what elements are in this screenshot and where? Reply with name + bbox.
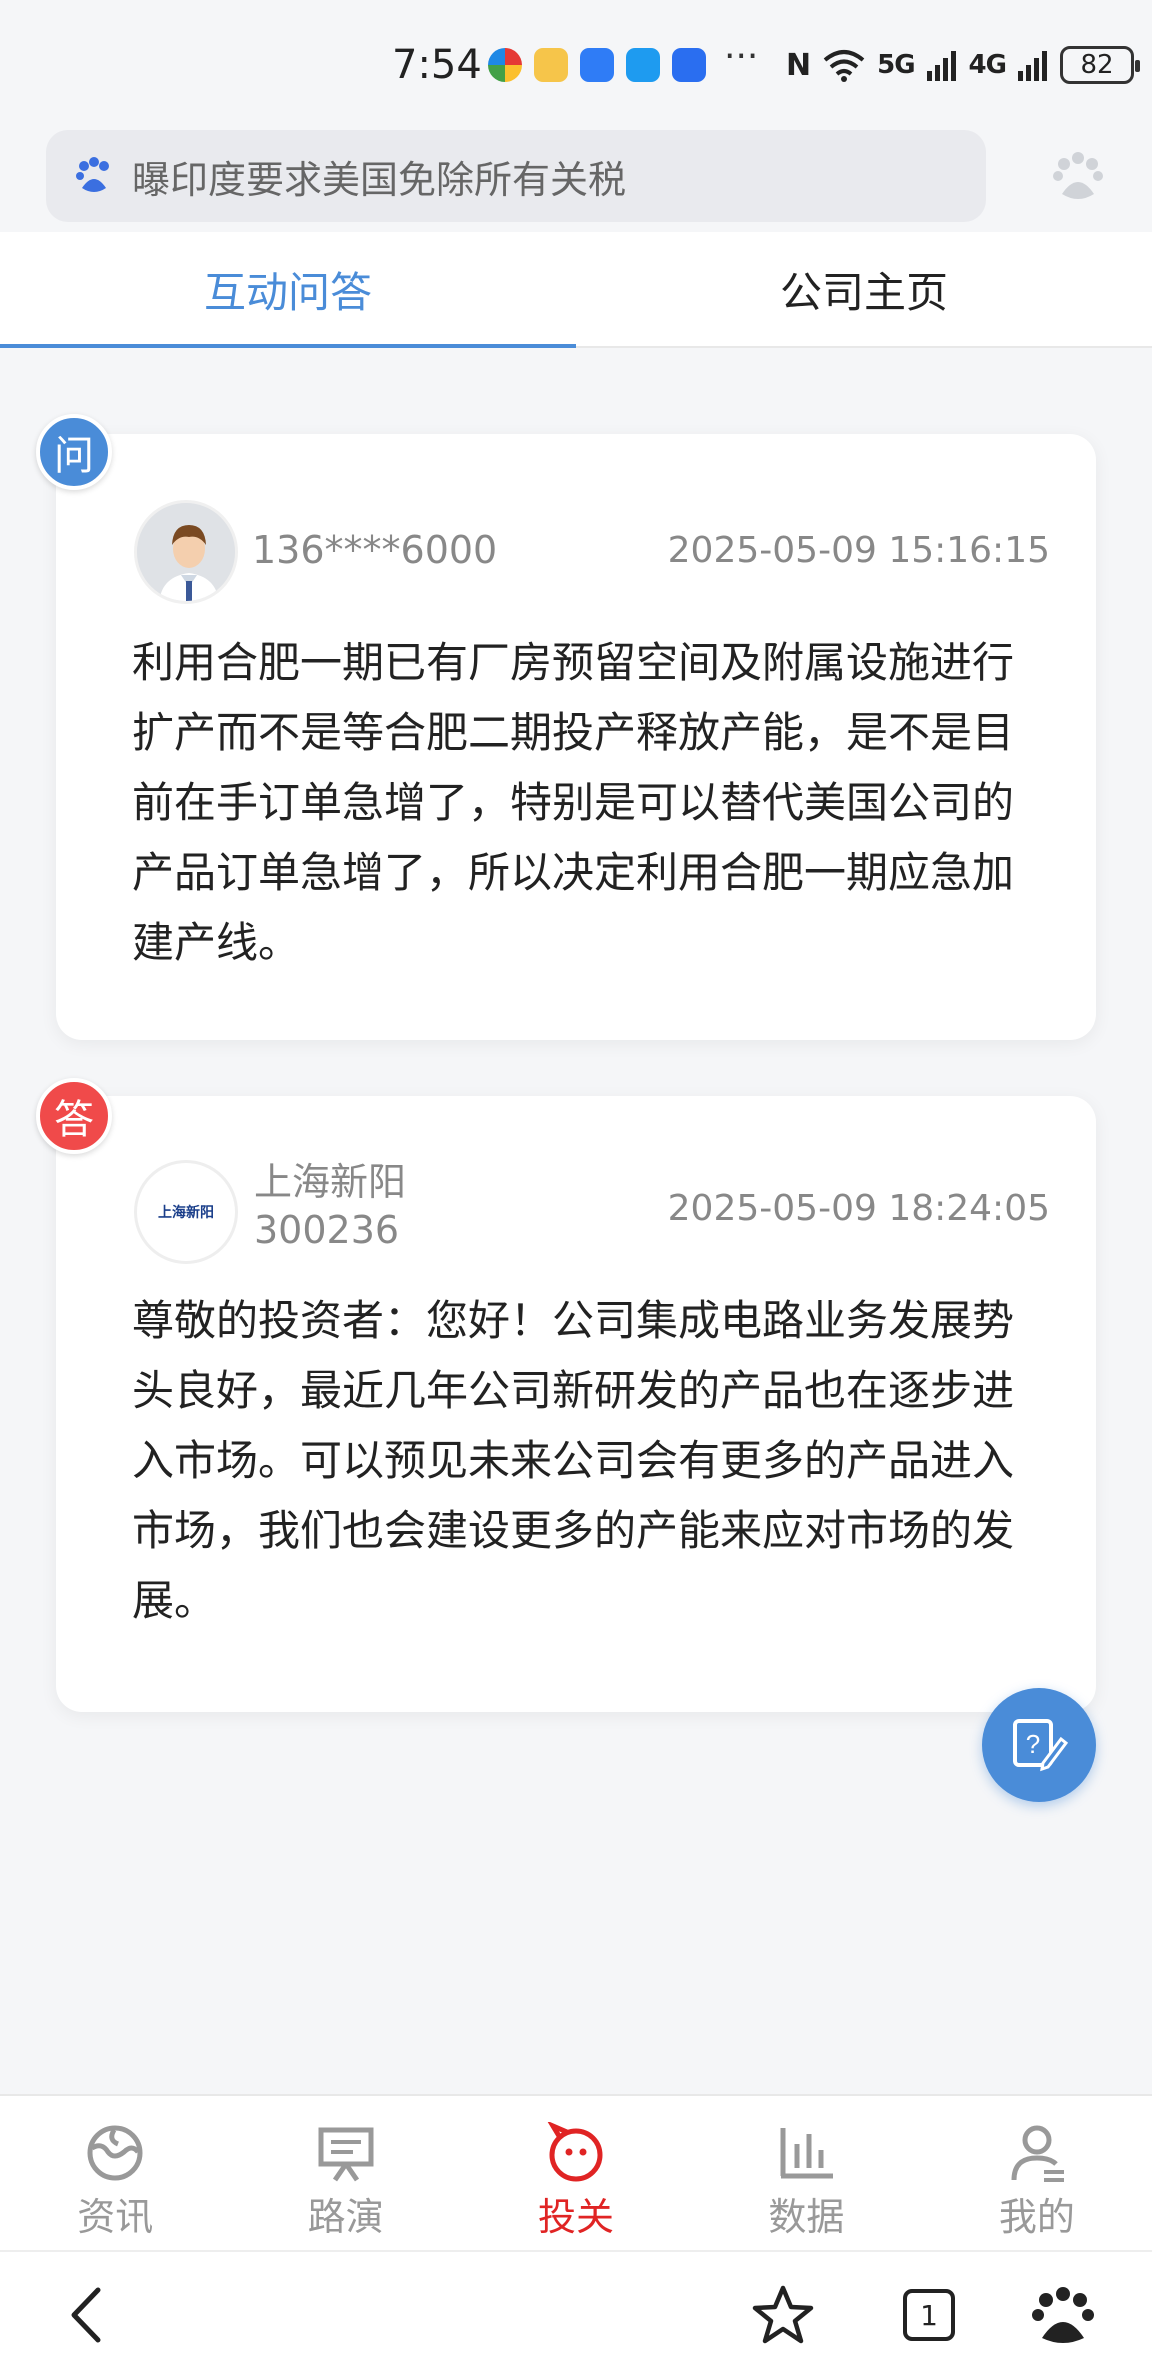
question-badge: 问 bbox=[36, 414, 112, 490]
answer-card: 上海新阳 上海新阳 300236 2025-05-09 18:24:05 尊敬的… bbox=[56, 1096, 1096, 1712]
asker-name: 136****6000 bbox=[252, 528, 498, 572]
browser-toolbar: 1 bbox=[0, 2250, 1152, 2376]
tab-qa[interactable]: 互动问答 bbox=[0, 232, 576, 348]
question-date: 2025-05-09 15:16:15 bbox=[667, 530, 1050, 571]
nav-roadshow[interactable]: 路演 bbox=[230, 2096, 460, 2250]
globe-icon bbox=[87, 2125, 143, 2181]
status-more-icon: ··· bbox=[724, 36, 759, 77]
status-time: 7:54 bbox=[392, 42, 482, 88]
edit-question-icon: ? bbox=[1013, 1719, 1069, 1772]
user-icon bbox=[1011, 2125, 1064, 2182]
status-app-icons bbox=[488, 48, 706, 82]
status-bar: 7:54 ··· N 5G 4G 82 bbox=[0, 0, 1152, 130]
baidu-paw-icon[interactable] bbox=[1052, 148, 1104, 204]
tabs-button[interactable]: 1 bbox=[896, 2282, 962, 2348]
answer-date: 2025-05-09 18:24:05 bbox=[667, 1188, 1050, 1229]
presentation-icon bbox=[318, 2127, 374, 2182]
nav-data[interactable]: 数据 bbox=[691, 2096, 921, 2250]
tab-company-home[interactable]: 公司主页 bbox=[576, 232, 1152, 346]
answer-badge: 答 bbox=[36, 1078, 112, 1154]
back-arrow-icon[interactable] bbox=[56, 2282, 122, 2348]
tab-count: 1 bbox=[920, 2298, 938, 2332]
baidu-paw-icon bbox=[76, 157, 109, 192]
smile-chat-icon bbox=[547, 2122, 603, 2182]
company-logo: 上海新阳 bbox=[134, 1160, 238, 1264]
signal-bars-icon bbox=[926, 51, 956, 81]
nav-mine[interactable]: 我的 bbox=[922, 2096, 1152, 2250]
ask-question-button[interactable]: ? bbox=[982, 1688, 1096, 1802]
nav-news[interactable]: 资讯 bbox=[0, 2096, 230, 2250]
signal-bars-icon bbox=[1017, 51, 1047, 81]
status-indicators: N 5G 4G 82 bbox=[786, 46, 1140, 84]
signal-4g-label: 4G bbox=[968, 50, 1007, 80]
nav-label: 资讯 bbox=[77, 2195, 154, 2239]
question-text: 利用合肥一期已有厂房预留空间及附属设施进行扩产而不是等合肥二期投产释放产能，是不… bbox=[132, 638, 1015, 967]
user-avatar-icon bbox=[137, 503, 235, 601]
search-text: 曝印度要求美国免除所有关税 bbox=[132, 157, 627, 202]
tab-bar: 互动问答 公司主页 bbox=[0, 232, 1152, 348]
battery-indicator: 82 bbox=[1059, 46, 1140, 84]
bar-chart-icon bbox=[780, 2128, 834, 2179]
answer-text: 尊敬的投资者：您好！公司集成电路业务发展势头良好，最近几年公司新研发的产品也在逐… bbox=[132, 1296, 1015, 1625]
company-logo-text: 上海新阳 bbox=[158, 1205, 214, 1221]
message-icon bbox=[626, 48, 660, 82]
nav-label: 投关 bbox=[538, 2195, 615, 2239]
bottom-nav: 资讯 路演 投关 数据 我的 bbox=[0, 2094, 1152, 2250]
app-notification-icon bbox=[488, 48, 522, 82]
company-code: 300236 bbox=[254, 1208, 400, 1252]
company-name: 上海新阳 bbox=[254, 1160, 407, 1204]
nfc-icon: N bbox=[786, 47, 812, 83]
cloud-icon bbox=[580, 48, 614, 82]
nav-investor-relations[interactable]: 投关 bbox=[461, 2096, 691, 2250]
question-card: 136****6000 2025-05-09 15:16:15 利用合肥一期已有… bbox=[56, 434, 1096, 1040]
search-bar[interactable]: 曝印度要求美国免除所有关税 bbox=[46, 130, 986, 222]
weibo-icon bbox=[534, 48, 568, 82]
wifi-icon bbox=[823, 50, 865, 82]
nav-label: 路演 bbox=[307, 2195, 384, 2239]
nav-label: 数据 bbox=[768, 2195, 845, 2239]
star-icon[interactable] bbox=[750, 2282, 816, 2348]
bulb-icon bbox=[672, 48, 706, 82]
svg-text:?: ? bbox=[1026, 1729, 1040, 1759]
signal-5g-label: 5G bbox=[877, 50, 915, 80]
nav-label: 我的 bbox=[998, 2195, 1075, 2239]
baidu-paw-icon[interactable] bbox=[1030, 2282, 1096, 2348]
avatar bbox=[134, 500, 238, 604]
tab-count-box: 1 bbox=[903, 2289, 955, 2341]
